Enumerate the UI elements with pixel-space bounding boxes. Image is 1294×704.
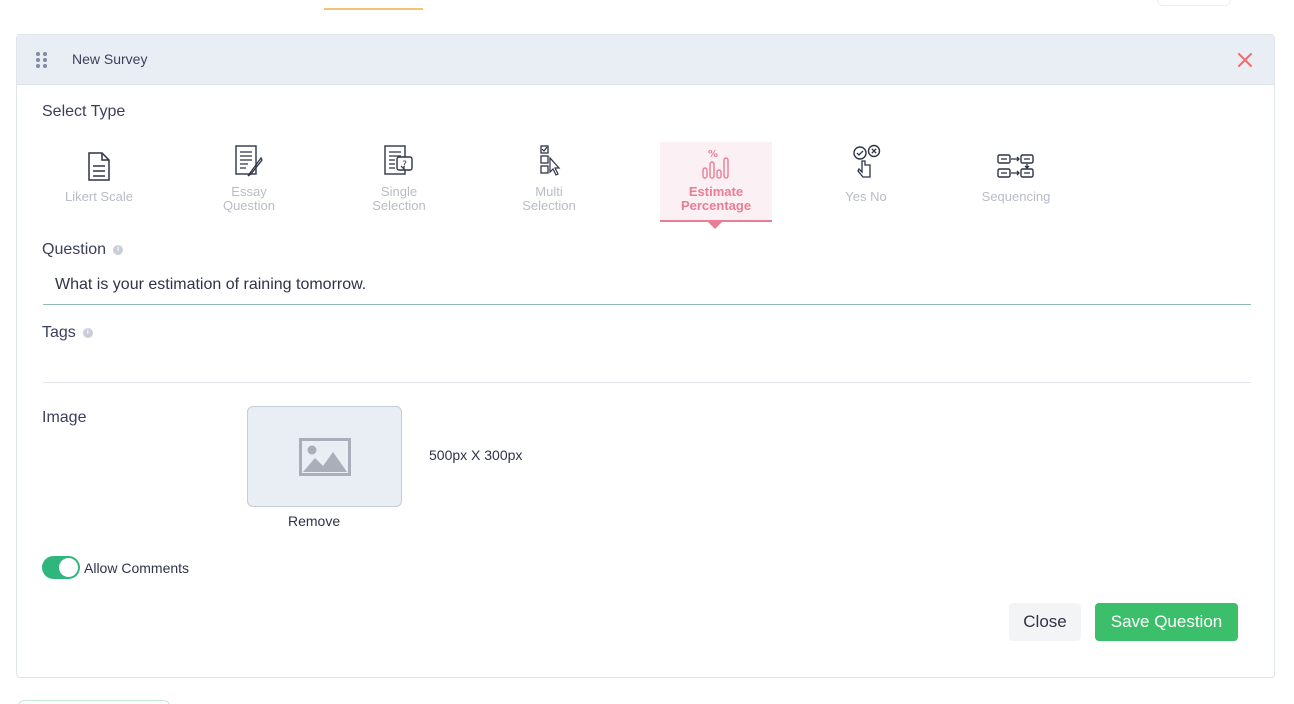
type-label: Sequencing [981, 189, 1051, 204]
remove-image-button[interactable]: Remove [288, 513, 340, 529]
close-icon[interactable] [1236, 51, 1254, 69]
type-label-line2: Question [222, 198, 276, 213]
toggle-knob [59, 558, 78, 577]
question-label-text: Question [42, 241, 107, 258]
type-multi-selection[interactable]: Multi Selection [493, 141, 605, 223]
top-right-control-edge [1157, 0, 1231, 6]
type-likert-scale[interactable]: Likert Scale [43, 141, 155, 223]
select-type-label: Select Type [42, 103, 126, 120]
type-label: Yes No [845, 189, 887, 204]
tags-input[interactable] [43, 351, 1251, 383]
type-label-line1: Estimate [688, 184, 744, 199]
image-placeholder-icon [298, 437, 351, 476]
panel-title: New Survey [72, 51, 148, 67]
top-tab-indicator [324, 8, 423, 10]
tags-label-text: Tags [42, 324, 76, 341]
svg-text:?: ? [402, 160, 407, 170]
likert-scale-icon [88, 152, 110, 181]
image-label: Image [42, 409, 87, 426]
question-label: Question i [42, 241, 124, 259]
type-essay-question[interactable]: Essay Question [193, 141, 305, 223]
bottom-button-edge [18, 700, 170, 704]
question-info-icon[interactable]: i [113, 244, 124, 255]
tags-label: Tags i [42, 324, 93, 342]
type-label: Likert Scale [65, 189, 133, 204]
type-label-line1: Essay [231, 184, 267, 199]
panel-header: New Survey [17, 35, 1274, 85]
sequencing-icon [997, 154, 1034, 178]
survey-question-panel: New Survey Select Type Likert Scale Essa… [16, 34, 1275, 678]
type-label-line1: Multi [535, 184, 563, 199]
type-label-line2: Percentage [680, 198, 752, 213]
question-input[interactable] [43, 265, 1251, 305]
estimate-percentage-icon: % [702, 149, 729, 179]
multi-selection-icon [540, 145, 561, 176]
yes-no-icon [853, 144, 881, 178]
drag-handle-icon[interactable] [36, 52, 48, 69]
save-question-button[interactable]: Save Question [1095, 603, 1238, 641]
type-label-line1: Single [380, 184, 418, 199]
allow-comments-toggle[interactable] [42, 556, 80, 579]
type-yes-no[interactable]: Yes No [810, 141, 922, 223]
image-upload-box[interactable] [247, 406, 402, 507]
allow-comments-label: Allow Comments [84, 560, 190, 576]
single-selection-icon: ? [384, 145, 413, 175]
type-label-line2: Selection [522, 198, 576, 213]
type-sequencing[interactable]: Sequencing [960, 141, 1072, 223]
type-estimate-percentage[interactable]: % Estimate Percentage [660, 142, 772, 229]
close-button[interactable]: Close [1009, 603, 1081, 641]
svg-text:%: % [708, 149, 718, 160]
tags-info-icon[interactable]: i [82, 327, 93, 338]
type-label-line2: Selection [372, 198, 426, 213]
type-single-selection[interactable]: ? Single Selection [343, 141, 455, 223]
essay-question-icon [235, 145, 263, 177]
image-size-hint: 500px X 300px [429, 447, 523, 463]
